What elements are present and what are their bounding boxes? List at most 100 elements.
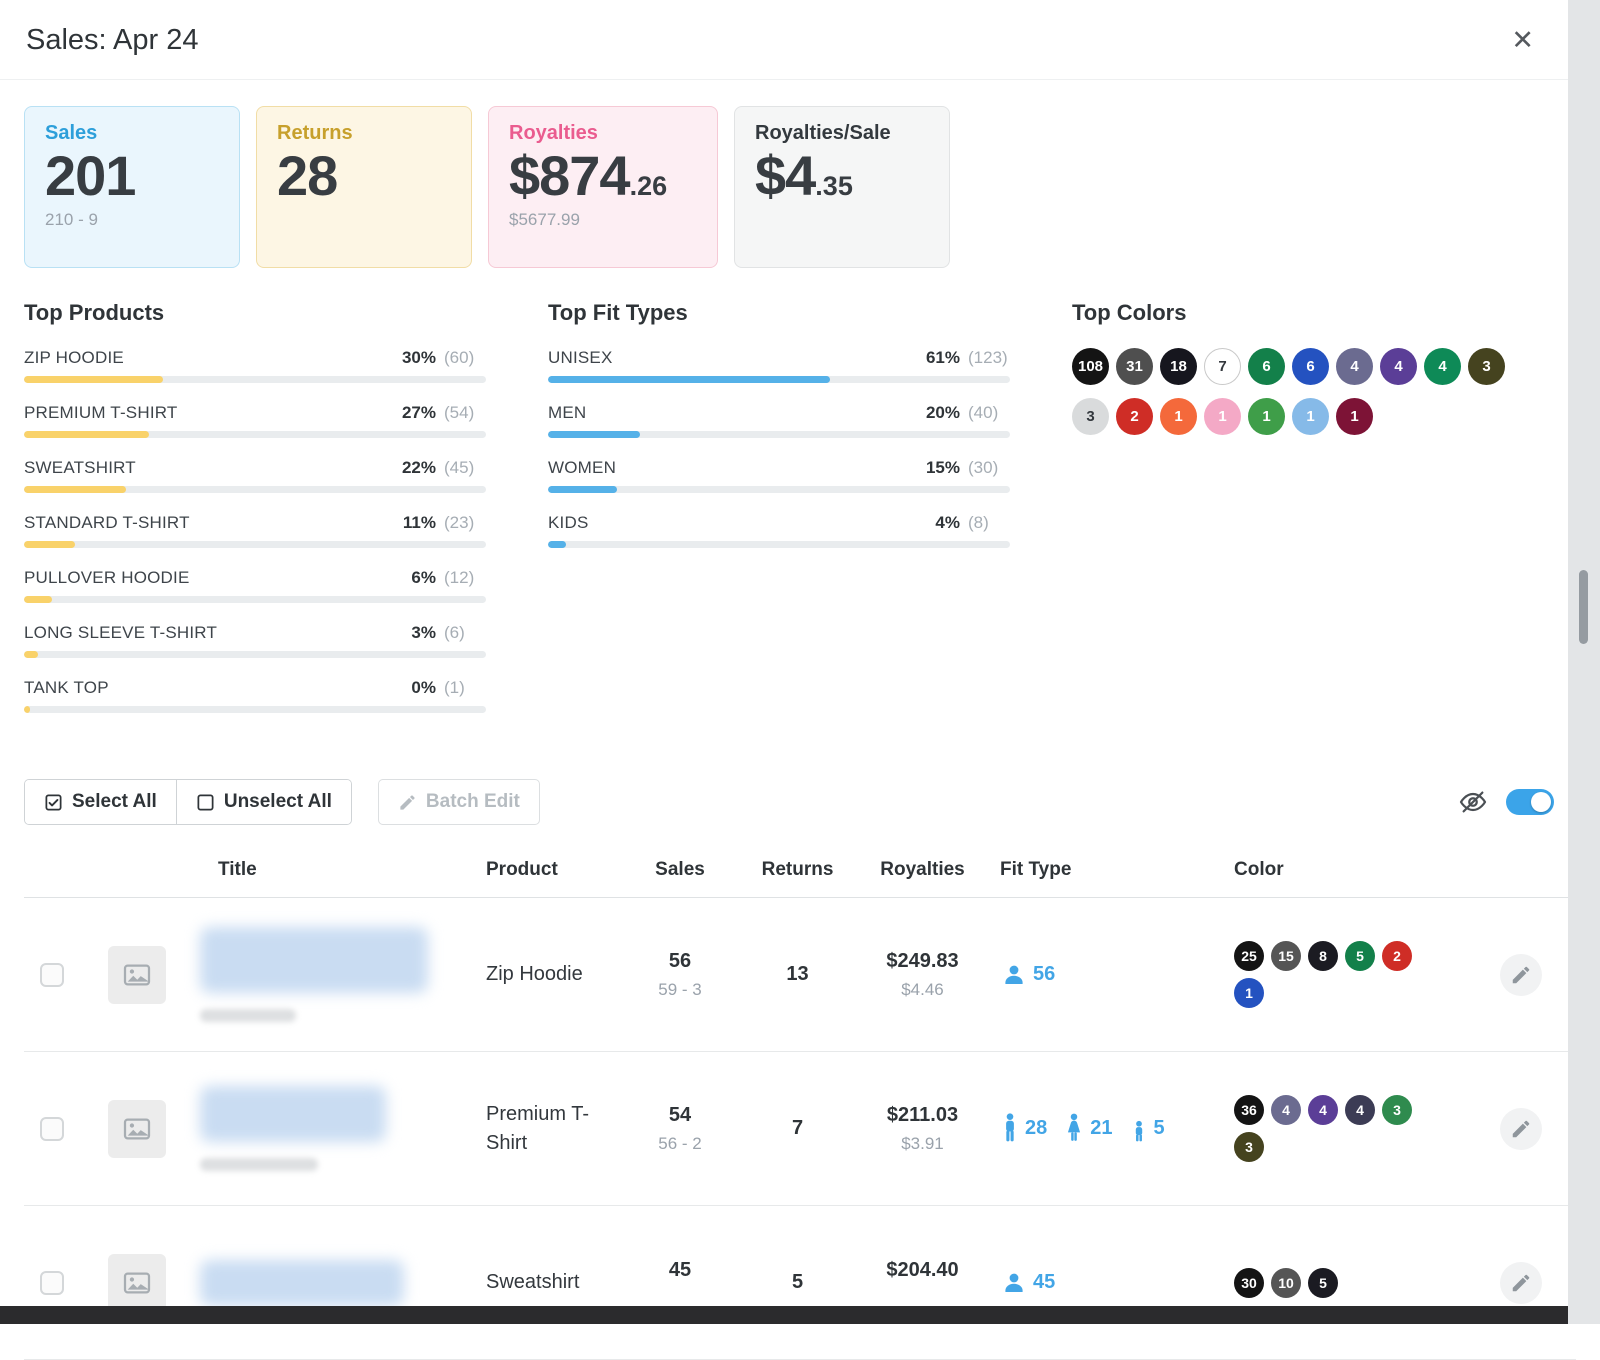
top-fit-types-section: Top Fit Types UNISEX 61% (123) MEN 20% (…: [548, 300, 1010, 733]
color-count-badge: 36: [1234, 1095, 1264, 1125]
blurred-title: [180, 1260, 470, 1306]
stat-big: $4: [755, 144, 815, 207]
color-count-badge: 3: [1382, 1095, 1412, 1125]
scrollbar-thumb[interactable]: [1579, 570, 1588, 644]
stat-label: Royalties/Sale: [755, 122, 929, 145]
color-count-badge: 1: [1336, 398, 1373, 435]
visibility-off-icon[interactable]: [1458, 787, 1488, 817]
image-placeholder-icon: [121, 1267, 153, 1299]
stat-small: .35: [815, 171, 853, 201]
bar-item-name: UNISEX: [548, 348, 613, 368]
bar-item: TANK TOP 0% (1): [24, 678, 486, 713]
color-count-badge: 8: [1308, 941, 1338, 971]
bar-fill: [24, 651, 38, 658]
checkbox-checked-icon: [44, 793, 63, 812]
bar-item-pct: 20%: [926, 403, 960, 423]
color-count-badge: 4: [1271, 1095, 1301, 1125]
bar-item-count: (12): [444, 568, 486, 588]
color-count-badge: 31: [1116, 348, 1153, 385]
row-checkbox[interactable]: [40, 1117, 64, 1141]
header-royalties: Royalties: [855, 859, 990, 881]
bar-fill: [548, 431, 640, 438]
color-count-badge: 4: [1336, 348, 1373, 385]
bar-item-top: TANK TOP 0% (1): [24, 678, 486, 698]
bar-fill: [24, 376, 163, 383]
visibility-toggle[interactable]: [1506, 789, 1554, 815]
bar-item-name: MEN: [548, 403, 586, 423]
color-cell: 30105: [1220, 1268, 1420, 1298]
color-count-badge: 30: [1234, 1268, 1264, 1298]
bar-item-pct: 30%: [402, 348, 436, 368]
scrollbar-track[interactable]: [1568, 0, 1600, 1324]
stat-value: $4.35: [755, 145, 929, 208]
edit-row-button[interactable]: [1500, 954, 1542, 996]
returns-value: 13: [740, 963, 855, 986]
color-count-badge: 2: [1116, 398, 1153, 435]
bar-item-pct: 0%: [411, 678, 436, 698]
edit-row-button[interactable]: [1500, 1108, 1542, 1150]
close-icon[interactable]: ✕: [1505, 26, 1540, 55]
stat-card: Royalties $874.26 $5677.99: [488, 106, 718, 268]
fit-women: 21: [1065, 1113, 1112, 1145]
stat-small: .26: [630, 171, 668, 201]
top-products-list: ZIP HOODIE 30% (60) PREMIUM T-SHIRT 27% …: [24, 348, 486, 713]
color-count-badge: 7: [1204, 348, 1241, 385]
blurred-title-sub: [200, 1158, 318, 1171]
top-colors-section: Top Colors 108311876644433211111: [1072, 300, 1505, 733]
bar-item: MEN 20% (40): [548, 403, 1010, 438]
sales-value: 45: [620, 1259, 740, 1282]
edit-row-button[interactable]: [1500, 1262, 1542, 1304]
stat-card: Royalties/Sale $4.35: [734, 106, 950, 268]
pencil-icon: [1510, 1118, 1532, 1140]
batch-edit-button[interactable]: Batch Edit: [378, 779, 540, 825]
bar-item-pct: 61%: [926, 348, 960, 368]
royalties-sub: [855, 1289, 990, 1307]
fit-count: 56: [1033, 963, 1055, 986]
bar-item-name: STANDARD T-SHIRT: [24, 513, 190, 533]
bar-item-name: TANK TOP: [24, 678, 109, 698]
selection-button-group: Select All Unselect All: [24, 779, 352, 825]
summary-sections: Top Products ZIP HOODIE 30% (60) PREMIUM…: [0, 274, 1600, 733]
bar-item-count: (123): [968, 348, 1010, 368]
bar-item-pct: 4%: [935, 513, 960, 533]
stat-sub: 210 - 9: [45, 210, 219, 230]
bar-track: [548, 486, 1010, 493]
pencil-icon: [1510, 964, 1532, 986]
blurred-title: [180, 927, 470, 1022]
bar-fill: [24, 486, 126, 493]
top-fit-types-list: UNISEX 61% (123) MEN 20% (40) WOMEN 15% …: [548, 348, 1010, 548]
select-all-button[interactable]: Select All: [25, 780, 176, 824]
bar-item-count: (30): [968, 458, 1010, 478]
men-icon: [1002, 1113, 1018, 1145]
bar-item-top: MEN 20% (40): [548, 403, 1010, 423]
header-product: Product: [470, 859, 620, 881]
stat-value: 28: [277, 145, 451, 208]
bar-item-top: LONG SLEEVE T-SHIRT 3% (6): [24, 623, 486, 643]
color-count-badge: 4: [1424, 348, 1461, 385]
bar-item: STANDARD T-SHIRT 11% (23): [24, 513, 486, 548]
bar-item-name: PULLOVER HOODIE: [24, 568, 190, 588]
bar-track: [24, 431, 486, 438]
color-count-badge: 15: [1271, 941, 1301, 971]
bar-fill: [548, 486, 617, 493]
row-checkbox[interactable]: [40, 1271, 64, 1295]
color-count-badge: 4: [1345, 1095, 1375, 1125]
bar-item-count: (23): [444, 513, 486, 533]
royalties-sub: $4.46: [855, 980, 990, 1000]
royalties-value: $211.03: [855, 1104, 990, 1127]
fit-count: 45: [1033, 1271, 1055, 1294]
bar-item-count: (1): [444, 678, 486, 698]
unselect-all-button[interactable]: Unselect All: [176, 780, 351, 824]
color-cell: 25158521: [1220, 941, 1420, 1008]
royalties-value: $249.83: [855, 950, 990, 973]
color-count-badge: 25: [1234, 941, 1264, 971]
table-row: Zip Hoodie 56 59 - 3 13 $249.83 $4.46 56…: [24, 898, 1576, 1052]
bar-item-pct: 6%: [411, 568, 436, 588]
toggle-knob: [1531, 792, 1551, 812]
product-cell: Zip Hoodie: [470, 960, 620, 989]
row-checkbox[interactable]: [40, 963, 64, 987]
table-row: Premium T-Shirt 54 56 - 2 7 $211.03 $3.9…: [24, 1052, 1576, 1206]
batch-edit-label: Batch Edit: [426, 791, 520, 813]
color-count-badge: 1: [1204, 398, 1241, 435]
fit-cell: 56: [990, 963, 1220, 987]
